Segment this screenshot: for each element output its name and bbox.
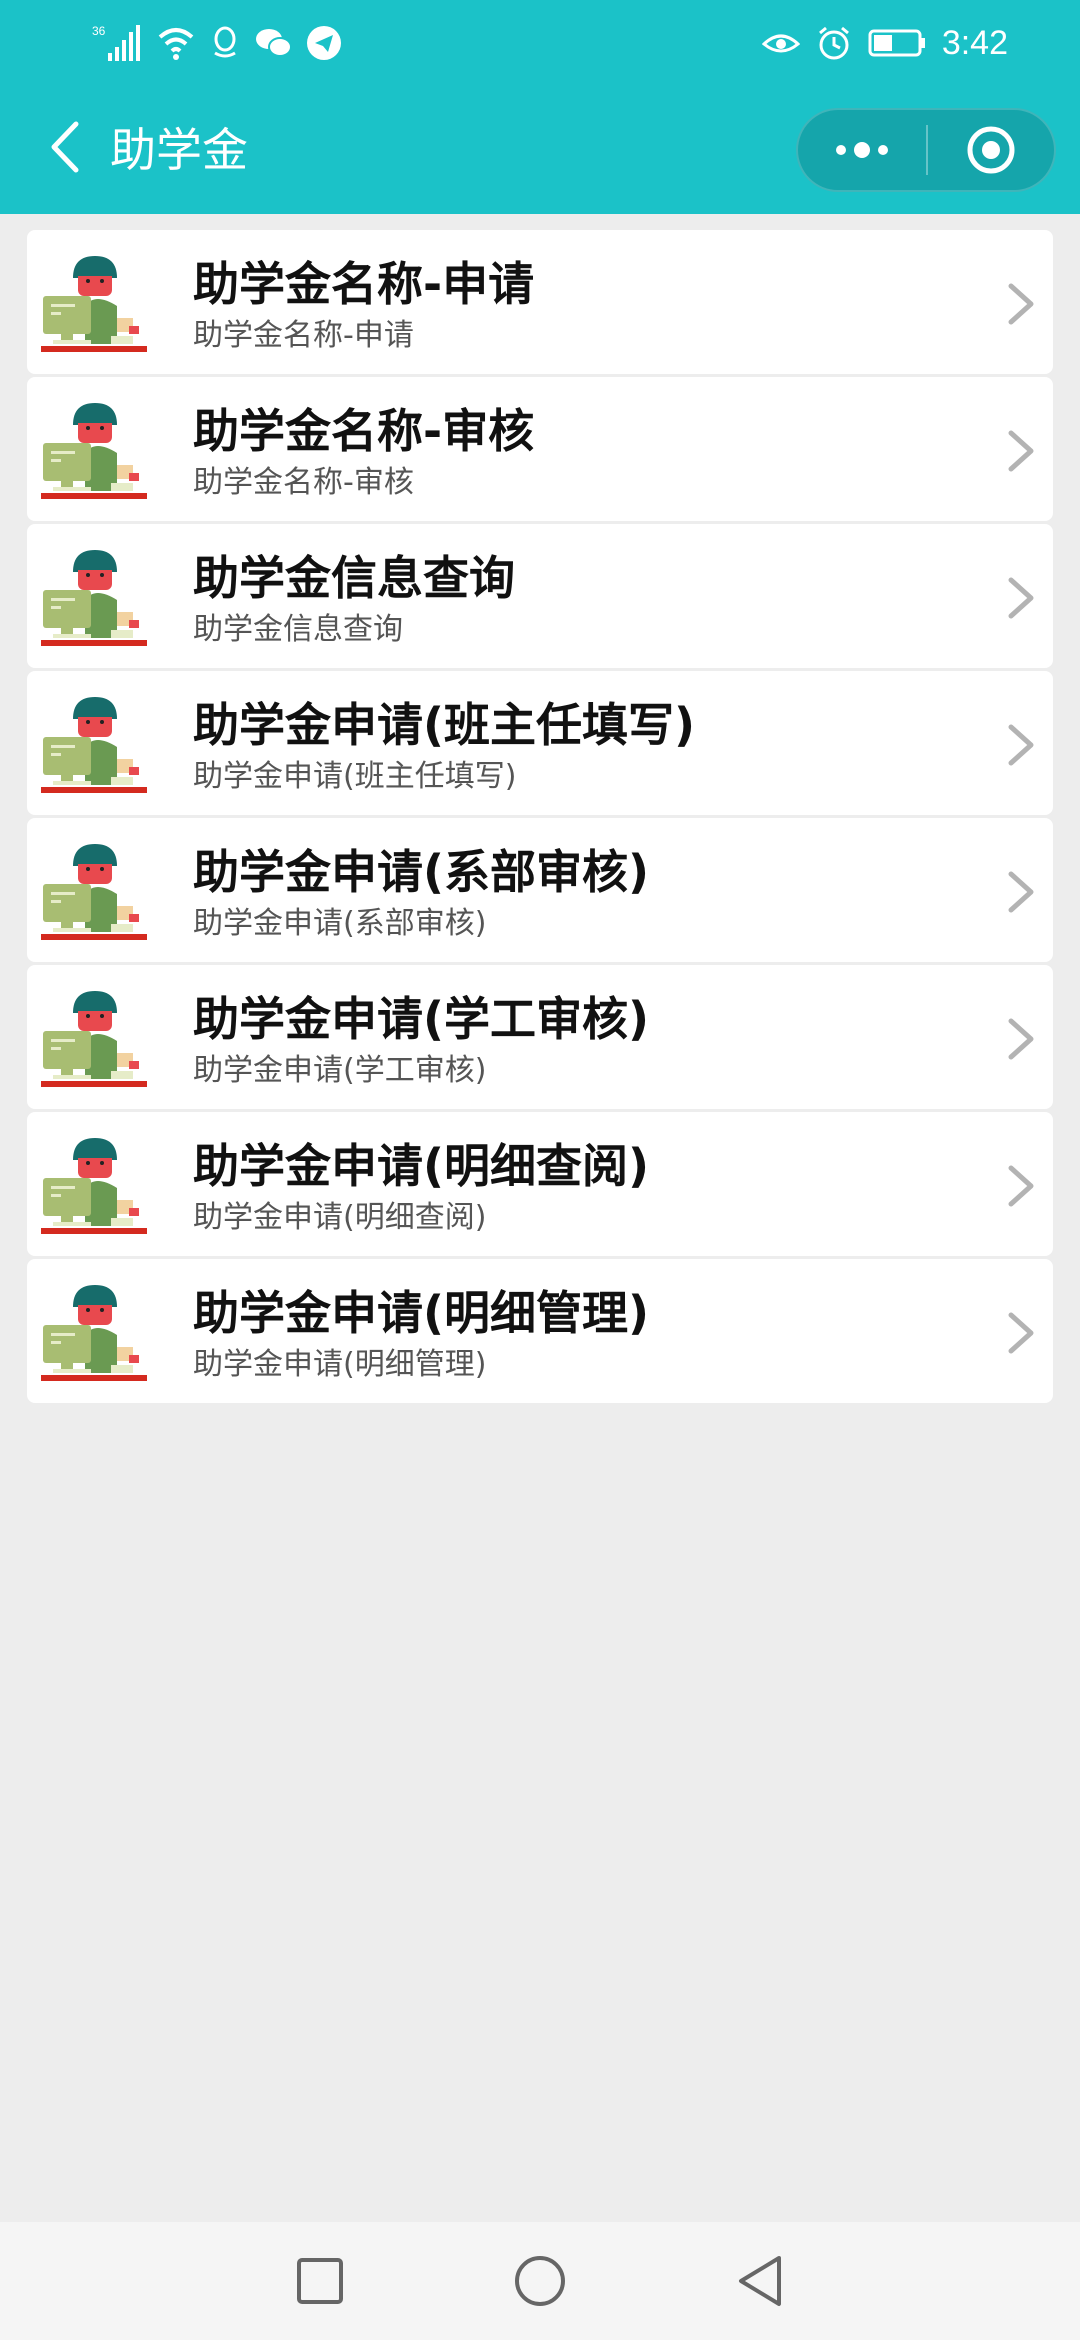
header-bar: 助学金 <box>0 84 1080 214</box>
person-at-desk-icon <box>41 991 147 1087</box>
alarm-icon <box>818 26 849 60</box>
chevron-right-icon <box>1008 1165 1034 1207</box>
status-right-icons: 3:42 <box>761 22 1008 64</box>
page-title: 助学金 <box>110 123 248 177</box>
chevron-right-icon <box>1008 871 1034 913</box>
list-item-subtitle: 助学金申请(明细管理) <box>193 1347 487 1382</box>
status-time: 3:42 <box>941 23 1008 62</box>
network-type: 36 <box>92 24 106 38</box>
list-item[interactable]: 助学金名称-申请 助学金名称-申请 <box>27 230 1053 374</box>
wifi-icon <box>158 28 194 60</box>
chevron-left-icon <box>51 121 79 173</box>
back-triangle-icon <box>739 2256 781 2306</box>
person-at-desk-icon <box>41 1285 147 1381</box>
scholarship-menu-list: 助学金名称-申请 助学金名称-申请 助学金名称-审核 助学金名称-审核 助学金信… <box>27 230 1053 1406</box>
list-item-subtitle: 助学金信息查询 <box>193 612 403 647</box>
list-item-subtitle: 助学金申请(明细查阅) <box>193 1200 487 1235</box>
list-item-title: 助学金申请(班主任填写) <box>193 698 696 752</box>
battery-icon <box>868 29 925 57</box>
person-at-desk-icon <box>41 1138 147 1234</box>
list-item-subtitle: 助学金名称-审核 <box>193 465 414 500</box>
list-item[interactable]: 助学金申请(明细管理) 助学金申请(明细管理) <box>27 1259 1053 1403</box>
qq-icon <box>214 26 236 58</box>
wechat-icon <box>256 29 292 57</box>
list-item[interactable]: 助学金申请(明细查阅) 助学金申请(明细查阅) <box>27 1112 1053 1256</box>
chevron-right-icon <box>1008 1018 1034 1060</box>
list-item-title: 助学金申请(明细查阅) <box>193 1139 650 1193</box>
home-circle-icon <box>515 2256 565 2306</box>
list-item-title: 助学金申请(学工审核) <box>193 992 650 1046</box>
chevron-right-icon <box>1008 577 1034 619</box>
list-item[interactable]: 助学金名称-审核 助学金名称-审核 <box>27 377 1053 521</box>
list-item-subtitle: 助学金名称-申请 <box>193 318 414 353</box>
more-dots-icon <box>836 142 888 158</box>
list-item-subtitle: 助学金申请(班主任填写) <box>193 759 517 794</box>
telegram-icon <box>307 26 341 60</box>
recents-square-icon <box>297 2258 343 2304</box>
more-button[interactable] <box>798 108 926 192</box>
list-item-subtitle: 助学金申请(学工审核) <box>193 1053 487 1088</box>
list-item[interactable]: 助学金申请(学工审核) 助学金申请(学工审核) <box>27 965 1053 1109</box>
home-button[interactable] <box>510 2251 570 2311</box>
recents-button[interactable] <box>290 2251 350 2311</box>
person-at-desk-icon <box>41 256 147 352</box>
chevron-right-icon <box>1008 724 1034 766</box>
signal-icon: 36 <box>92 24 140 61</box>
system-navigation-bar <box>0 2222 1080 2340</box>
list-item[interactable]: 助学金信息查询 助学金信息查询 <box>27 524 1053 668</box>
person-at-desk-icon <box>41 403 147 499</box>
target-circle-icon <box>967 126 1015 174</box>
chevron-right-icon <box>1008 283 1034 325</box>
status-left-icons: 36 <box>92 22 342 64</box>
list-item-title: 助学金信息查询 <box>193 551 515 605</box>
list-item[interactable]: 助学金申请(系部审核) 助学金申请(系部审核) <box>27 818 1053 962</box>
mini-program-capsule <box>796 108 1056 192</box>
back-nav-button[interactable] <box>730 2251 790 2311</box>
close-miniprogram-button[interactable] <box>928 108 1054 192</box>
list-item-title: 助学金名称-申请 <box>193 257 535 311</box>
list-item-title: 助学金申请(系部审核) <box>193 845 650 899</box>
person-at-desk-icon <box>41 550 147 646</box>
chevron-right-icon <box>1008 430 1034 472</box>
status-bar: 36 3:42 <box>0 0 1080 84</box>
eye-icon <box>761 34 800 53</box>
person-at-desk-icon <box>41 844 147 940</box>
list-item[interactable]: 助学金申请(班主任填写) 助学金申请(班主任填写) <box>27 671 1053 815</box>
list-item-title: 助学金申请(明细管理) <box>193 1286 650 1340</box>
back-button[interactable] <box>30 112 100 182</box>
list-item-subtitle: 助学金申请(系部审核) <box>193 906 487 941</box>
list-item-title: 助学金名称-审核 <box>193 404 535 458</box>
chevron-right-icon <box>1008 1312 1034 1354</box>
person-at-desk-icon <box>41 697 147 793</box>
